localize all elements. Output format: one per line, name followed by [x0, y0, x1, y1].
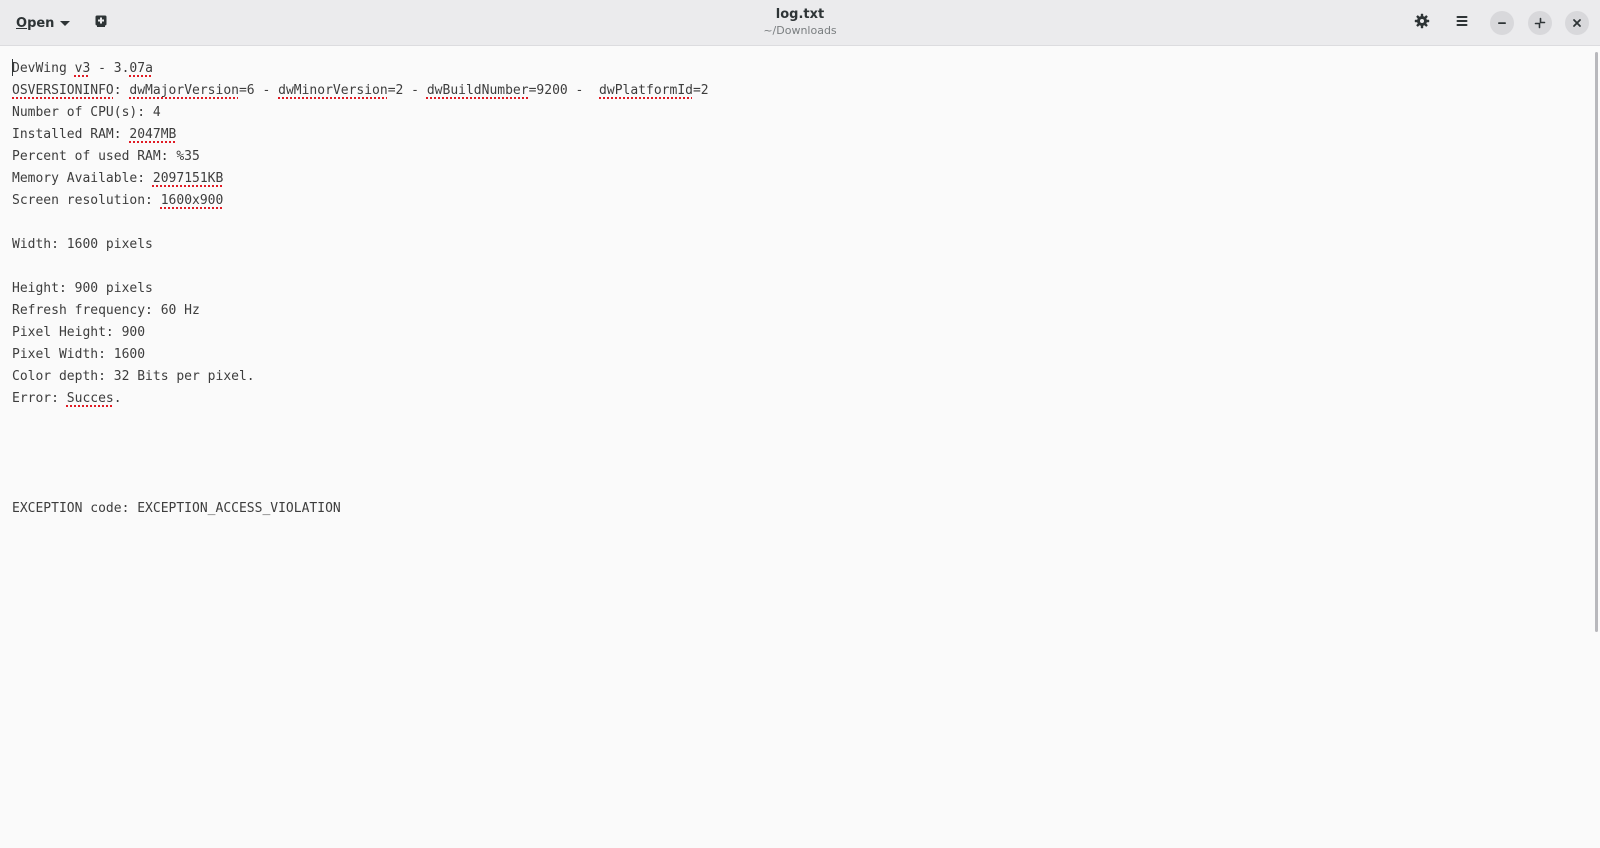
- text-segment: Number of CPU(s): 4: [12, 105, 161, 120]
- text-line: Pixel Height: 900: [12, 322, 709, 344]
- text-segment: Memory Available:: [12, 171, 153, 186]
- text-segment: Pixel Width: 1600: [12, 347, 146, 362]
- misspelled-word: Succes: [66, 391, 114, 406]
- misspelled-word: 2097151KB: [152, 171, 224, 186]
- vertical-scrollbar[interactable]: [1595, 52, 1598, 632]
- window-title-area: log.txt ~/Downloads: [600, 6, 1000, 38]
- text-segment: Error:: [12, 391, 67, 406]
- window-title: log.txt: [775, 7, 825, 22]
- text-line: EXCEPTION code: EXCEPTION_ACCESS_VIOLATI…: [12, 498, 709, 520]
- chevron-down-icon: [60, 21, 71, 26]
- text-line: DevWing v3 - 3.07a: [12, 58, 709, 80]
- text-line: OSVERSIONINFO: dwMajorVersion=6 - dwMino…: [12, 80, 709, 102]
- hamburger-menu-icon: [1454, 13, 1470, 33]
- text-line: [12, 476, 709, 498]
- text-line: [12, 432, 709, 454]
- text-segment: =2 -: [387, 83, 427, 98]
- text-segment: Color depth: 32 Bits per pixel.: [12, 369, 255, 384]
- misspelled-word: dwBuildNumber: [426, 83, 529, 98]
- text-segment: EXCEPTION code: EXCEPTION_ACCESS_VIOLATI…: [12, 501, 341, 516]
- text-line: Percent of used RAM: %35: [12, 146, 709, 168]
- header-bar: Open log.txt ~/Downloads: [0, 0, 1600, 46]
- misspelled-word: dwMajorVersion: [129, 83, 239, 98]
- open-button-label: Open: [16, 15, 55, 31]
- main-menu-button[interactable]: [1447, 8, 1477, 38]
- text-line: [12, 256, 709, 278]
- text-line: [12, 454, 709, 476]
- text-segment: =2: [692, 83, 709, 98]
- text-segment: Screen resolution:: [12, 193, 161, 208]
- misspelled-word: 07a: [129, 61, 153, 76]
- text-line: Screen resolution: 1600x900: [12, 190, 709, 212]
- text-line: Error: Succes.: [12, 388, 709, 410]
- text-segment: Height: 900 pixels: [12, 281, 153, 296]
- text-line: [12, 212, 709, 234]
- close-button[interactable]: [1565, 11, 1589, 35]
- text-segment: Refresh frequency: 60 Hz: [12, 303, 200, 318]
- close-icon: [1571, 14, 1583, 33]
- text-segment: :: [113, 83, 130, 98]
- settings-button[interactable]: [1407, 8, 1437, 38]
- minimize-button[interactable]: [1490, 11, 1514, 35]
- new-document-icon: [93, 13, 109, 33]
- text-segment: Percent of used RAM: %35: [12, 149, 200, 164]
- minimize-icon: [1496, 14, 1508, 33]
- misspelled-word: dwMinorVersion: [278, 83, 388, 98]
- misspelled-word: 2047MB: [129, 127, 177, 142]
- misspelled-word: OSVERSIONINFO: [12, 83, 114, 98]
- text-line: Color depth: 32 Bits per pixel.: [12, 366, 709, 388]
- misspelled-word: dwPlatformId: [599, 83, 693, 98]
- text-line: Memory Available: 2097151KB: [12, 168, 709, 190]
- text-line: Installed RAM: 2047MB: [12, 124, 709, 146]
- misspelled-word: 1600x900: [160, 193, 224, 208]
- text-segment: =9200 -: [528, 83, 600, 98]
- text-segment: - 3.: [90, 61, 130, 76]
- restore-icon: [1534, 14, 1546, 33]
- text-line: Refresh frequency: 60 Hz: [12, 300, 709, 322]
- text-lines: DevWing v3 - 3.07a OSVERSIONINFO: dwMajor…: [12, 58, 709, 520]
- text-line: Width: 1600 pixels: [12, 234, 709, 256]
- open-button[interactable]: Open: [8, 8, 78, 38]
- text-line: [12, 410, 709, 432]
- gear-icon: [1414, 13, 1430, 33]
- text-segment: DevWing: [12, 61, 75, 76]
- new-tab-button[interactable]: [86, 8, 116, 38]
- text-segment: .: [113, 391, 122, 406]
- text-view[interactable]: DevWing v3 - 3.07a OSVERSIONINFO: dwMajor…: [0, 46, 1600, 848]
- text-line: Pixel Width: 1600: [12, 344, 709, 366]
- text-line: Number of CPU(s): 4: [12, 102, 709, 124]
- window-subtitle: ~/Downloads: [763, 24, 837, 37]
- text-segment: Pixel Height: 900: [12, 325, 146, 340]
- text-segment: Installed RAM:: [12, 127, 130, 142]
- text-editor-window: Open log.txt ~/Downloads DevWing v3 - 3.…: [0, 0, 1600, 848]
- restore-button[interactable]: [1528, 11, 1552, 35]
- misspelled-word: v3: [74, 61, 91, 76]
- text-segment: =6 -: [238, 83, 279, 98]
- text-line: Height: 900 pixels: [12, 278, 709, 300]
- text-segment: Width: 1600 pixels: [12, 237, 153, 252]
